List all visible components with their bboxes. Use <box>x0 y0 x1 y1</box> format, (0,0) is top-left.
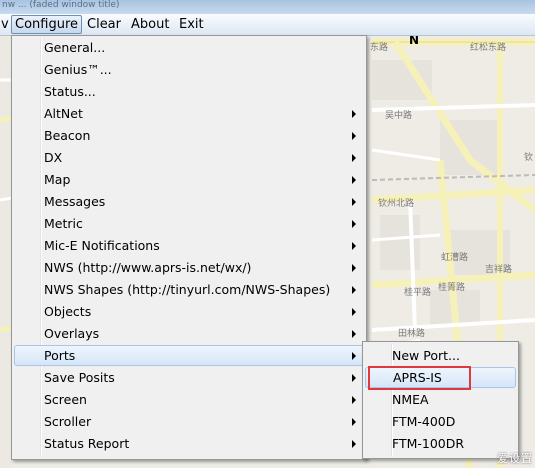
configure-item-nws-http-www-aprs-is-net-wx[interactable]: NWS (http://www.aprs-is.net/wx/) <box>14 257 364 278</box>
configure-item-status-report[interactable]: Status Report <box>14 433 364 454</box>
configure-item-nws-shapes-http-tinyurl-com-nws-shapes[interactable]: NWS Shapes (http://tinyurl.com/NWS-Shape… <box>14 279 364 300</box>
configure-item-overlays[interactable]: Overlays <box>14 323 364 344</box>
configure-item-label: AltNet <box>44 106 83 121</box>
submenu-arrow-icon <box>352 154 356 162</box>
menu-configure[interactable]: Configure <box>11 15 83 34</box>
configure-item-label: Status Report <box>44 436 130 451</box>
menu-exit[interactable]: Exit <box>176 16 207 33</box>
configure-item-label: Beacon <box>44 128 91 143</box>
submenu-arrow-icon <box>352 330 356 338</box>
watermark: 爱设置 <box>497 452 533 465</box>
configure-menu: General... Genius™... Status... AltNet Beaco… <box>11 35 367 460</box>
ports-item-label: FTM-400D <box>392 414 456 429</box>
configure-item-dx[interactable]: DX <box>14 147 364 168</box>
submenu-arrow-icon <box>352 110 356 118</box>
street-label: 钦 <box>524 153 534 163</box>
ports-item-new-port[interactable]: New Port... <box>365 345 516 366</box>
street-label: 虹漕路 <box>441 253 469 263</box>
configure-item-objects[interactable]: Objects <box>14 301 364 322</box>
submenu-arrow-icon <box>352 198 356 206</box>
street-label: 红松东路 <box>470 43 507 53</box>
street-label: 田林路 <box>398 329 426 339</box>
menubar: v Configure Clear About Exit <box>0 14 535 36</box>
configure-item-label: Genius™... <box>44 62 112 77</box>
ports-item-nmea[interactable]: NMEA <box>365 389 516 410</box>
submenu-arrow-icon <box>352 418 356 426</box>
submenu-arrow-icon <box>352 264 356 272</box>
configure-item-label: NWS Shapes (http://tinyurl.com/NWS-Shape… <box>44 282 331 297</box>
configure-item-label: Metric <box>44 216 83 231</box>
configure-item-label: Status... <box>44 84 96 99</box>
submenu-arrow-icon <box>352 242 356 250</box>
configure-item-label: Scroller <box>44 414 92 429</box>
submenu-arrow-icon <box>352 396 356 404</box>
submenu-arrow-icon <box>352 440 356 448</box>
configure-item-altnet[interactable]: AltNet <box>14 103 364 124</box>
submenu-arrow-icon <box>352 286 356 294</box>
submenu-arrow-icon <box>352 132 356 140</box>
configure-item-metric[interactable]: Metric <box>14 213 364 234</box>
configure-item-screen[interactable]: Screen <box>14 389 364 410</box>
configure-item-mic-e-notifications[interactable]: Mic-E Notifications <box>14 235 364 256</box>
configure-item-label: NWS (http://www.aprs-is.net/wx/) <box>44 260 252 275</box>
ports-submenu: New Port... APRS-IS NMEA FTM-400D FTM-100DR <box>362 341 519 459</box>
configure-item-genius[interactable]: Genius™... <box>14 59 364 80</box>
configure-item-label: DX <box>44 150 63 165</box>
configure-item-label: Overlays <box>44 326 100 341</box>
street-label: 吉祥路 <box>485 265 513 275</box>
configure-item-beacon[interactable]: Beacon <box>14 125 364 146</box>
street-label: 东路 <box>370 43 389 53</box>
street-label: 钦州北路 <box>378 199 415 209</box>
submenu-arrow-icon <box>352 176 356 184</box>
window-title-bar: nw ... (faded window title) <box>0 0 535 14</box>
menu-about[interactable]: About <box>128 16 172 33</box>
configure-item-label: Mic-E Notifications <box>44 238 160 253</box>
configure-item-label: Screen <box>44 392 87 407</box>
submenu-arrow-icon <box>352 352 356 360</box>
street-label: 桂平路 <box>404 288 432 298</box>
ports-item-label: NMEA <box>392 392 429 407</box>
menu-view[interactable]: v <box>0 16 12 33</box>
configure-item-label: Objects <box>44 304 92 319</box>
submenu-arrow-icon <box>352 374 356 382</box>
ports-item-label: FTM-100DR <box>392 436 465 451</box>
configure-item-status[interactable]: Status... <box>14 81 364 102</box>
configure-item-save-posits[interactable]: Save Posits <box>14 367 364 388</box>
street-label: 吴中路 <box>385 111 413 121</box>
menu-clear[interactable]: Clear <box>84 16 124 33</box>
aprs-is-highlight-box <box>368 366 471 390</box>
submenu-arrow-icon <box>352 308 356 316</box>
configure-item-label: Map <box>44 172 71 187</box>
configure-item-label: General... <box>44 40 106 55</box>
configure-item-label: Save Posits <box>44 370 115 385</box>
configure-item-ports[interactable]: Ports <box>14 345 364 366</box>
configure-item-general[interactable]: General... <box>14 37 364 58</box>
configure-item-map[interactable]: Map <box>14 169 364 190</box>
ports-item-ftm-100dr[interactable]: FTM-100DR <box>365 433 516 454</box>
ports-item-ftm-400d[interactable]: FTM-400D <box>365 411 516 432</box>
configure-item-label: Ports <box>44 348 76 363</box>
street-label: 桂箐路 <box>438 283 466 293</box>
window-title-fragment: nw ... (faded window title) <box>2 0 120 10</box>
configure-item-label: Messages <box>44 194 106 209</box>
configure-item-messages[interactable]: Messages <box>14 191 364 212</box>
submenu-arrow-icon <box>352 220 356 228</box>
configure-item-scroller[interactable]: Scroller <box>14 411 364 432</box>
ports-item-label: New Port... <box>392 348 460 363</box>
